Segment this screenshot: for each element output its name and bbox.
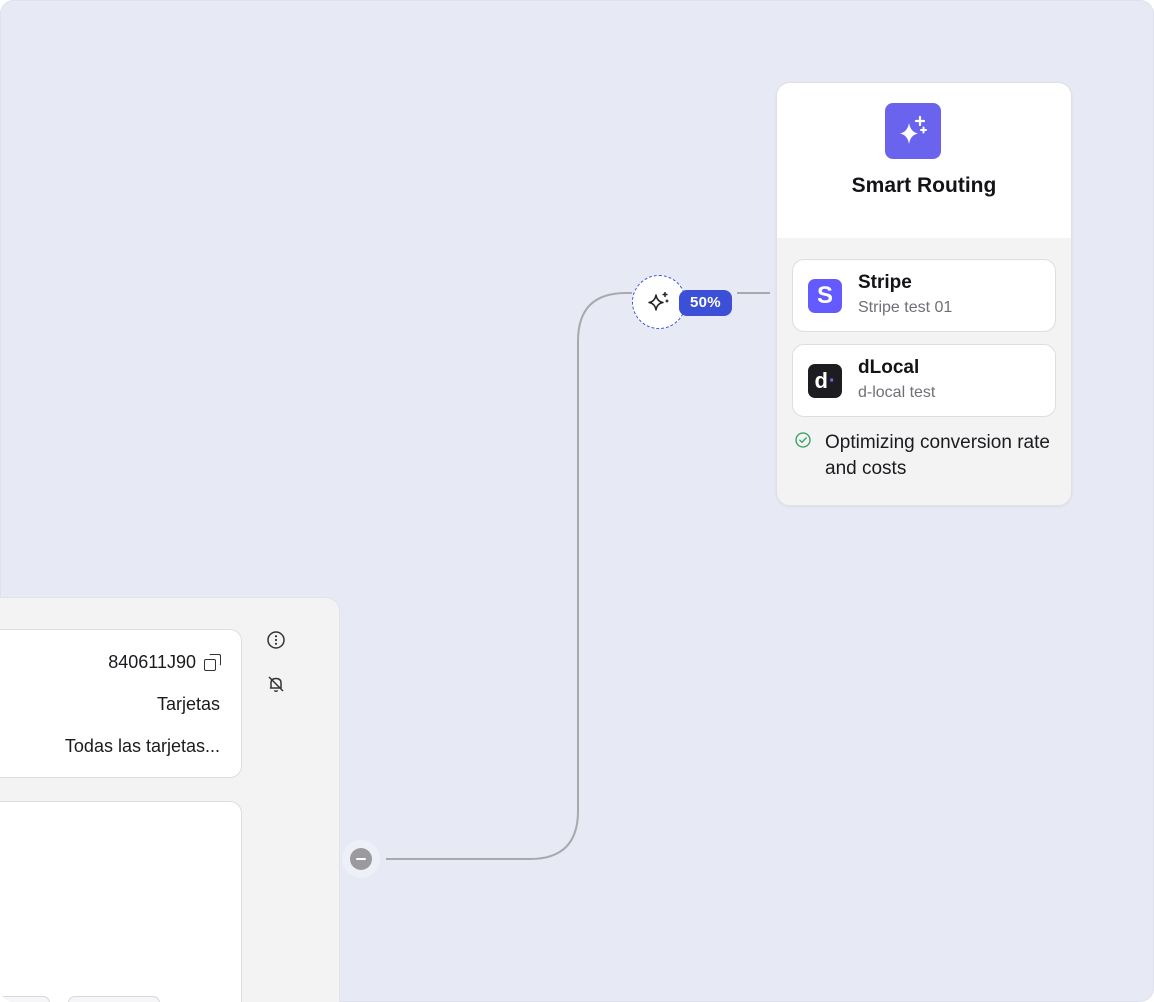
tag-pill — [68, 996, 160, 1002]
rule-detail-card — [0, 801, 242, 1002]
rule-condition-card[interactable]: 840611J90 Tarjetas Todas las tarjetas... — [0, 629, 242, 778]
split-percentage-badge: 50% — [679, 290, 732, 316]
more-vertical-icon — [267, 631, 285, 649]
ai-split-node[interactable] — [632, 275, 686, 329]
rule-id-row: 840611J90 — [108, 652, 221, 673]
provider-card-stripe[interactable]: S Stripe Stripe test 01 — [792, 259, 1056, 332]
sparkles-icon — [648, 292, 669, 311]
provider-name: dLocal — [858, 357, 920, 378]
smart-routing-logo — [885, 103, 941, 159]
smart-routing-card[interactable]: Smart Routing S Stripe Stripe test 01 d ·… — [776, 82, 1072, 506]
provider-card-dlocal[interactable]: d · dLocal d-local test — [792, 344, 1056, 417]
provider-label: Stripe test 01 — [858, 299, 953, 316]
tag-pill — [0, 996, 50, 1002]
stripe-logo-icon: S — [808, 279, 842, 313]
smart-routing-header: Smart Routing — [777, 83, 1071, 238]
smart-routing-title: Smart Routing — [851, 174, 997, 197]
dlocal-logo-letter: d — [814, 368, 828, 393]
dlocal-logo-dot: · — [828, 369, 836, 392]
collapse-branch-button[interactable] — [342, 840, 380, 878]
routing-status-text: Optimizing conversion rate and costs — [825, 432, 1050, 479]
provider-label: d-local test — [858, 384, 936, 401]
card-filter: Todas las tarjetas... — [64, 736, 220, 756]
more-options-button[interactable] — [266, 630, 286, 650]
rule-id: 840611J90 — [108, 652, 196, 672]
payment-method: Tarjetas — [156, 694, 220, 714]
sparkles-icon — [900, 115, 927, 144]
dlocal-logo-icon: d · — [808, 364, 842, 398]
flow-canvas[interactable]: 840611J90 Tarjetas Todas las tarjetas... — [0, 0, 1154, 1002]
provider-name: Stripe — [858, 272, 912, 293]
copy-icon[interactable] — [204, 653, 221, 671]
collapse-icon — [350, 848, 372, 870]
mute-notifications-button[interactable] — [266, 674, 286, 694]
check-circle-icon — [795, 432, 811, 448]
bell-off-icon — [268, 676, 284, 692]
